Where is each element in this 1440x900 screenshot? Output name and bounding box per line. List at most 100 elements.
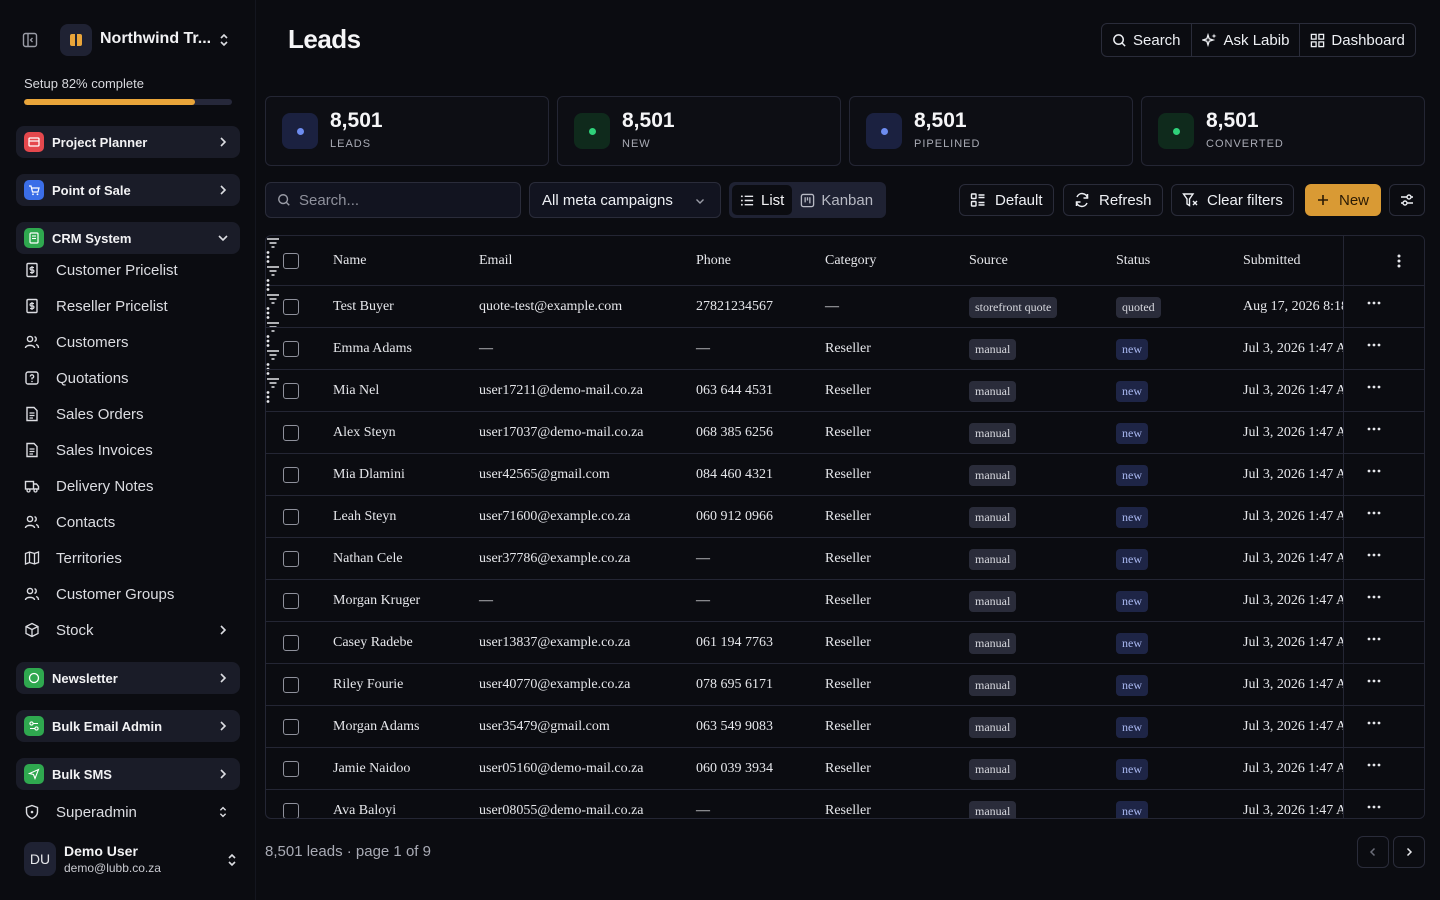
row-actions-icon[interactable]	[1367, 595, 1381, 599]
dashboard-button[interactable]: Dashboard	[1300, 24, 1414, 56]
row-actions-icon[interactable]	[1367, 301, 1381, 305]
ask-labib-label: Ask Labib	[1223, 31, 1290, 49]
sidebar-item-delivery-notes[interactable]: Delivery Notes	[16, 470, 240, 502]
filter-icon[interactable]	[266, 236, 280, 250]
cell-name: Leah Steyn	[333, 496, 396, 538]
table-settings-button[interactable]	[1389, 184, 1425, 216]
row-actions-icon[interactable]	[1367, 343, 1381, 347]
table-row[interactable]: Mia Dlamini user42565@gmail.com 084 460 43…	[266, 454, 1424, 496]
sidebar-item-label: Quotations	[56, 369, 129, 387]
row-actions-icon[interactable]	[1367, 469, 1381, 473]
table-row[interactable]: Jamie Naidoo user05160@demo-mail.co.za 060…	[266, 748, 1424, 790]
sidebar-item-quotations[interactable]: Quotations	[16, 362, 240, 394]
default-view-button[interactable]: Default	[959, 184, 1054, 216]
row-actions-icon[interactable]	[1367, 805, 1381, 809]
search-input[interactable]	[299, 191, 499, 209]
row-checkbox[interactable]	[283, 551, 299, 567]
column-menu-icon[interactable]	[1397, 253, 1401, 269]
sidebar-group-bulk-sms[interactable]: Bulk SMS	[16, 758, 240, 790]
table-row[interactable]: Casey Radebe user13837@example.co.za 061 1…	[266, 622, 1424, 664]
column-header-status[interactable]: Status	[1116, 236, 1150, 286]
filter-icon[interactable]	[266, 264, 280, 278]
table-row[interactable]: Nathan Cele user37786@example.co.za — Resel…	[266, 538, 1424, 580]
row-checkbox[interactable]	[283, 509, 299, 525]
row-actions-icon[interactable]	[1367, 553, 1381, 557]
cell-text: Reseller	[825, 803, 871, 818]
prev-page-button[interactable]	[1357, 836, 1389, 868]
table-row[interactable]: Mia Nel user17211@demo-mail.co.za 063 644 …	[266, 370, 1424, 412]
sidebar-toggle-icon[interactable]	[22, 32, 38, 48]
search-field[interactable]	[265, 182, 521, 218]
row-checkbox[interactable]	[283, 635, 299, 651]
list-view-button[interactable]: List	[732, 185, 793, 215]
table-row[interactable]: Riley Fourie user40770@example.co.za 078 6…	[266, 664, 1424, 706]
sidebar-item-sales-invoices[interactable]: Sales Invoices	[16, 434, 240, 466]
row-actions-icon[interactable]	[1367, 427, 1381, 431]
row-checkbox[interactable]	[283, 383, 299, 399]
row-checkbox[interactable]	[283, 467, 299, 483]
sidebar-group-point-of-sale[interactable]: Point of Sale	[16, 174, 240, 206]
kanban-view-button[interactable]: Kanban	[792, 185, 881, 215]
row-actions-icon[interactable]	[1367, 721, 1381, 725]
column-header-category[interactable]: Category	[825, 236, 876, 286]
select-all-checkbox[interactable]	[283, 253, 299, 269]
status-dot	[880, 127, 888, 135]
row-actions-icon[interactable]	[1367, 385, 1381, 389]
sidebar-item-stock[interactable]: Stock	[16, 614, 240, 646]
cell-text: Jul 3, 2026 1:47 A	[1243, 551, 1347, 566]
row-checkbox[interactable]	[283, 761, 299, 777]
cell-category: Reseller	[825, 580, 871, 622]
column-header-email[interactable]: Email	[479, 236, 512, 286]
campaign-select[interactable]: All meta campaigns	[529, 182, 721, 218]
sidebar-item-customers[interactable]: Customers	[16, 326, 240, 358]
sidebar-item-sales-orders[interactable]: Sales Orders	[16, 398, 240, 430]
table-row[interactable]: Leah Steyn user71600@example.co.za 060 912…	[266, 496, 1424, 538]
table-row[interactable]: Test Buyer quote-test@example.com 27821234…	[266, 286, 1424, 328]
user-menu[interactable]: DU Demo User demo@lubb.co.za	[24, 842, 240, 878]
table-row[interactable]: Ava Baloyi user08055@demo-mail.co.za — Rese…	[266, 790, 1424, 818]
column-menu-icon[interactable]	[266, 250, 270, 264]
sidebar-item-contacts[interactable]: Contacts	[16, 506, 240, 538]
row-actions-icon[interactable]	[1367, 511, 1381, 515]
search-button[interactable]: Search	[1102, 24, 1192, 56]
table-row[interactable]: Morgan Kruger — — Reseller manual new Jul 3, 2…	[266, 580, 1424, 622]
row-checkbox[interactable]	[283, 719, 299, 735]
chevron-down-icon	[696, 199, 704, 204]
row-checkbox[interactable]	[283, 593, 299, 609]
cell-text: Jul 3, 2026 1:47 A	[1243, 341, 1347, 356]
row-actions-icon[interactable]	[1367, 763, 1381, 767]
clear-filters-button[interactable]: Clear filters	[1171, 184, 1294, 216]
cell-category: Reseller	[825, 454, 871, 496]
sidebar-group-newsletter[interactable]: Newsletter	[16, 662, 240, 694]
row-actions-icon[interactable]	[1367, 637, 1381, 641]
row-checkbox[interactable]	[283, 341, 299, 357]
sidebar-item-customer-pricelist[interactable]: Customer Pricelist	[16, 254, 240, 286]
next-page-button[interactable]	[1393, 836, 1425, 868]
row-checkbox[interactable]	[283, 803, 299, 818]
column-header-phone[interactable]: Phone	[696, 236, 731, 286]
row-checkbox[interactable]	[283, 425, 299, 441]
row-checkbox[interactable]	[283, 299, 299, 315]
sidebar-item-customer-groups[interactable]: Customer Groups	[16, 578, 240, 610]
table-row[interactable]: Alex Steyn user17037@demo-mail.co.za 068 3…	[266, 412, 1424, 454]
workspace-switcher[interactable]: Northwind Tr...	[16, 22, 240, 58]
sidebar-group-project-planner[interactable]: Project Planner	[16, 126, 240, 158]
ask-labib-button[interactable]: Ask Labib	[1192, 24, 1301, 56]
refresh-button[interactable]: Refresh	[1063, 184, 1163, 216]
sidebar-item-reseller-pricelist[interactable]: Reseller Pricelist	[16, 290, 240, 322]
new-lead-button[interactable]: New	[1305, 184, 1381, 216]
sidebar-group-bulk-email-admin[interactable]: Bulk Email Admin	[16, 710, 240, 742]
table-row[interactable]: Morgan Adams user35479@gmail.com 063 549 9…	[266, 706, 1424, 748]
cell-text: Jul 3, 2026 1:47 A	[1243, 719, 1347, 734]
column-header-name[interactable]: Name	[333, 236, 366, 286]
row-actions-icon[interactable]	[1367, 679, 1381, 683]
cell-email: user05160@demo-mail.co.za	[479, 748, 644, 790]
sidebar-group-crm-system[interactable]: CRM System	[16, 222, 240, 254]
sidebar-item-territories[interactable]: Territories	[16, 542, 240, 574]
column-header-submitted[interactable]: Submitted	[1243, 236, 1301, 286]
source-badge: manual	[969, 758, 1017, 780]
row-checkbox[interactable]	[283, 677, 299, 693]
sidebar-item-superadmin[interactable]: Superadmin	[16, 796, 240, 828]
column-header-source[interactable]: Source	[969, 236, 1008, 286]
table-row[interactable]: Emma Adams — — Reseller manual new Jul 3, 2026…	[266, 328, 1424, 370]
